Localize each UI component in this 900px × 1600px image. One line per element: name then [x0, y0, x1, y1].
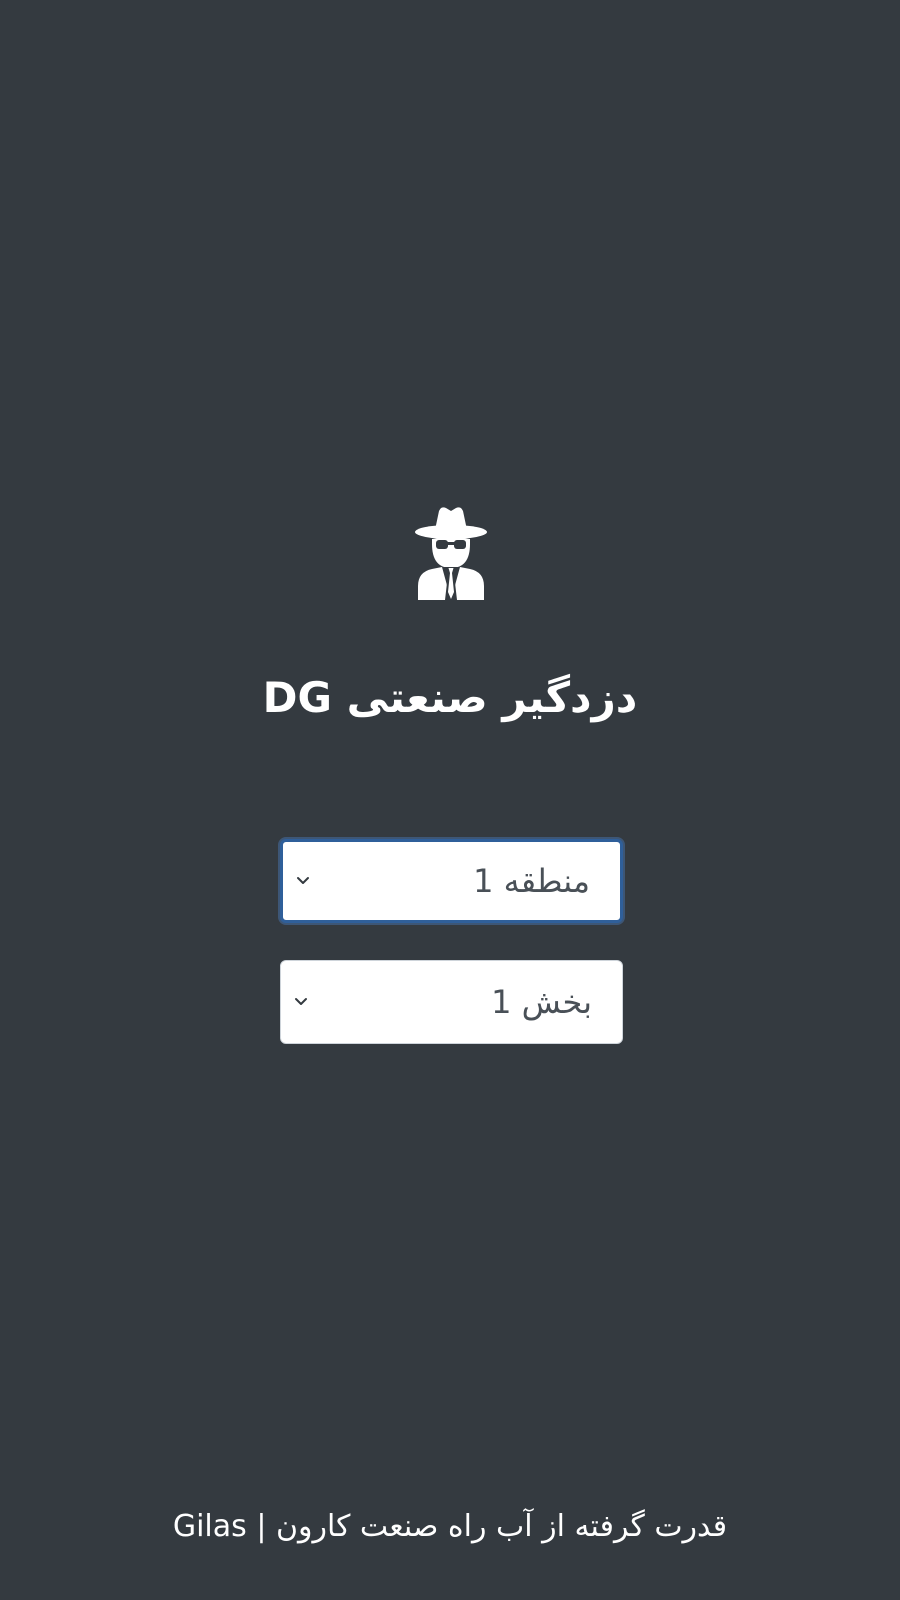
footer-credit: قدرت گرفته از آب راه صنعت کارون | Gilas	[172, 1509, 728, 1544]
zone-select-value: منطقه 1	[473, 862, 590, 900]
chevron-down-icon	[293, 871, 313, 891]
user-secret-icon	[414, 506, 488, 600]
chevron-down-icon	[291, 992, 311, 1012]
section-select-value: بخش 1	[491, 983, 592, 1021]
app-title: دزدگیر صنعتی DG	[262, 673, 638, 722]
section-select[interactable]: بخش 1	[280, 960, 623, 1044]
zone-select[interactable]: منطقه 1	[280, 839, 623, 923]
